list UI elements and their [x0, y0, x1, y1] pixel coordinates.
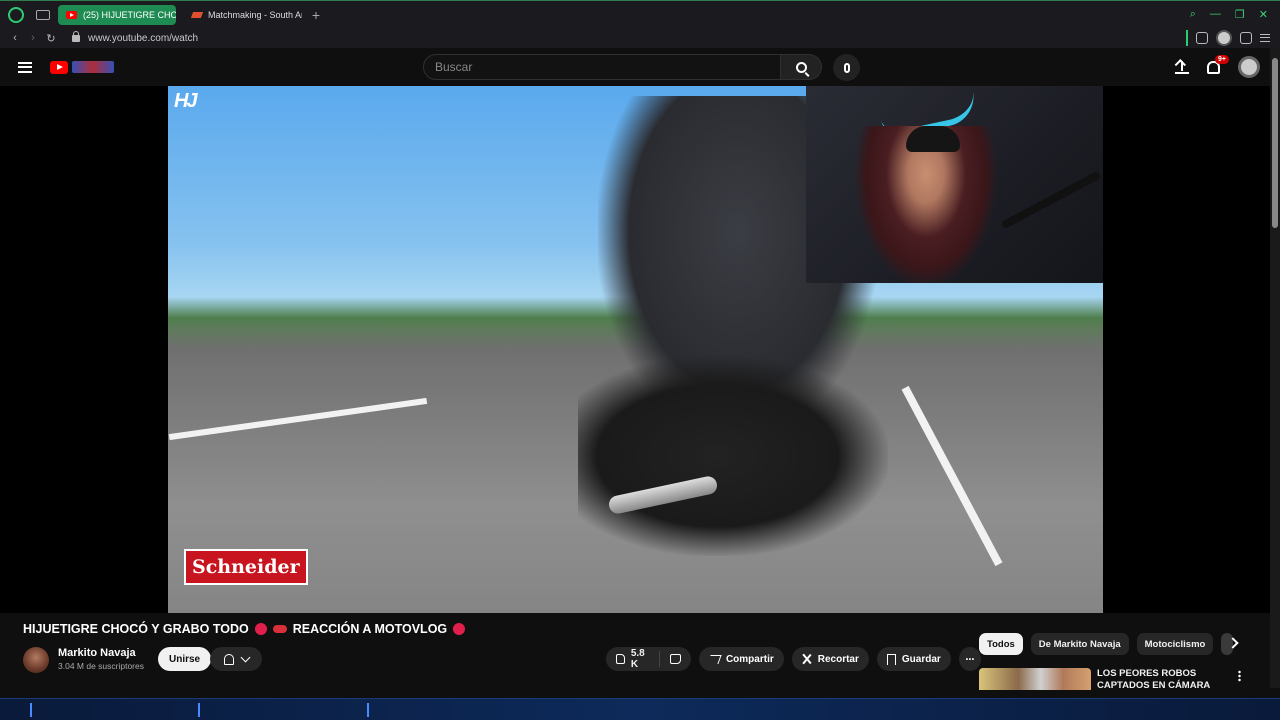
search-tabs-icon[interactable]: ⌕ [1190, 8, 1196, 21]
taskbar-indicator [198, 703, 200, 717]
dislike-button[interactable] [660, 654, 691, 664]
taskbar-indicator [30, 703, 32, 717]
youtube-logo-icon[interactable] [50, 60, 68, 74]
save-label: Guardar [901, 653, 941, 665]
profile-icon[interactable] [1216, 30, 1232, 46]
video-title: HIJUETIGRE CHOCÓ Y GRABO TODO REACCIÓN A… [23, 622, 466, 636]
microphone-arm [1000, 170, 1102, 230]
browser-tab-bar: (25) HIJUETIGRE CHOCÓ Matchmaking - Sout… [0, 0, 1280, 28]
channel-name[interactable]: Markito Navaja [58, 647, 136, 659]
browser-menu-icon[interactable] [1260, 34, 1270, 42]
thumbs-down-icon [669, 654, 681, 664]
microphone-icon [843, 62, 850, 73]
share-button[interactable]: Compartir [698, 647, 784, 671]
hamburger-menu-icon[interactable] [18, 61, 32, 73]
notifications-button[interactable]: 9+ [1207, 54, 1229, 74]
forward-icon[interactable]: › [24, 32, 42, 44]
more-vert-icon[interactable] [1238, 670, 1241, 682]
video-title-suffix: REACCIÓN A MOTOVLOG [292, 622, 448, 636]
motorcycle [578, 356, 888, 556]
youtube-header: Buscar 9+ [0, 48, 1280, 86]
voice-search-button[interactable] [833, 54, 860, 81]
channel-watermark-logo: HJ [174, 90, 198, 112]
subscriber-count: 3.04 M de suscriptores [58, 661, 144, 671]
recommended-thumbnail[interactable] [979, 668, 1091, 690]
download-icon[interactable] [1240, 32, 1252, 44]
streamer-hair [906, 126, 960, 152]
subscription-notifications-button[interactable] [210, 647, 262, 671]
browser-logo-icon[interactable] [8, 6, 24, 23]
chip-all[interactable]: Todos [979, 633, 1023, 655]
lock-icon [72, 30, 80, 42]
thumbs-up-icon [616, 654, 625, 664]
lane-marking [168, 397, 428, 441]
bell-icon [223, 653, 234, 665]
address-bar: ‹ › ↻ www.youtube.com/watch [0, 28, 1280, 48]
matchmaking-favicon-icon [190, 11, 204, 18]
tab-youtube[interactable]: (25) HIJUETIGRE CHOCÓ [58, 4, 176, 25]
close-icon[interactable]: ✕ [1259, 8, 1268, 21]
red-circle-emoji-icon [453, 623, 466, 635]
sponsor-logo: Schneider [184, 549, 308, 585]
like-button[interactable]: 5.8 K [606, 648, 660, 670]
like-count: 5.8 K [630, 648, 645, 670]
back-icon[interactable]: ‹ [6, 32, 24, 44]
account-avatar[interactable] [1238, 56, 1260, 78]
reload-icon[interactable]: ↻ [42, 32, 60, 45]
divider [1186, 30, 1188, 46]
notification-badge: 9+ [1215, 54, 1229, 64]
lane-marking [901, 385, 1003, 567]
recommended-video[interactable]: LOS PEORES ROBOS CAPTADOS EN CÁMARA [979, 668, 1249, 692]
scissors-icon [802, 654, 812, 664]
like-dislike-group: 5.8 K [606, 647, 691, 671]
search-button[interactable] [781, 54, 822, 80]
join-button[interactable]: Unirse [158, 647, 212, 671]
bookmark-icon [886, 653, 896, 665]
new-tab-button[interactable]: + [308, 7, 324, 23]
video-actions: 5.8 K Compartir Recortar Guardar ··· [606, 647, 981, 671]
minimize-icon[interactable]: — [1210, 8, 1221, 21]
motorcycle-emoji-icon [272, 625, 287, 633]
collision-emoji-icon [254, 623, 267, 635]
scrollbar-thumb[interactable] [1272, 58, 1278, 228]
channel-row: Markito Navaja 3.04 M de suscriptores Un… [23, 645, 981, 675]
clip-label: Recortar [817, 653, 859, 665]
video-player[interactable]: HJ Schneider [0, 86, 1270, 613]
taskbar [0, 698, 1280, 720]
recommended-title[interactable]: LOS PEORES ROBOS CAPTADOS EN CÁMARA [1097, 668, 1217, 692]
more-actions-button[interactable]: ··· [958, 647, 981, 671]
search-input[interactable]: Buscar [423, 54, 781, 80]
share-icon [707, 654, 722, 664]
chevron-down-icon [240, 652, 250, 662]
chip-from-channel[interactable]: De Markito Navaja [1030, 633, 1129, 655]
channel-avatar[interactable] [23, 647, 49, 673]
save-button[interactable]: Guardar [876, 647, 951, 671]
page-scrollbar[interactable] [1270, 48, 1280, 688]
youtube-favicon-icon [66, 10, 77, 19]
tab-label: (25) HIJUETIGRE CHOCÓ [83, 9, 176, 20]
chip-motorcycling[interactable]: Motociclismo [1136, 633, 1214, 655]
search-icon [795, 61, 807, 73]
filter-chips: Todos De Markito Navaja Motociclismo [979, 633, 1234, 655]
video-title-text: HIJUETIGRE CHOCÓ Y GRABO TODO [23, 622, 249, 636]
extensions-icon[interactable] [1196, 32, 1208, 44]
webcam-overlay [806, 86, 1103, 283]
taskbar-indicator [367, 703, 369, 717]
window-controls: ⌕ — ❐ ✕ [1190, 8, 1280, 21]
create-upload-icon[interactable] [1175, 60, 1189, 74]
restore-icon[interactable]: ❐ [1235, 8, 1245, 21]
tab-label: Matchmaking - South Ame [208, 9, 302, 20]
youtube-wordmark[interactable] [72, 61, 114, 73]
workspaces-icon[interactable] [36, 9, 50, 20]
clip-button[interactable]: Recortar [791, 647, 869, 671]
tab-matchmaking[interactable]: Matchmaking - South Ame [184, 5, 302, 25]
share-label: Compartir [725, 653, 774, 665]
url-field[interactable]: www.youtube.com/watch [88, 33, 198, 44]
